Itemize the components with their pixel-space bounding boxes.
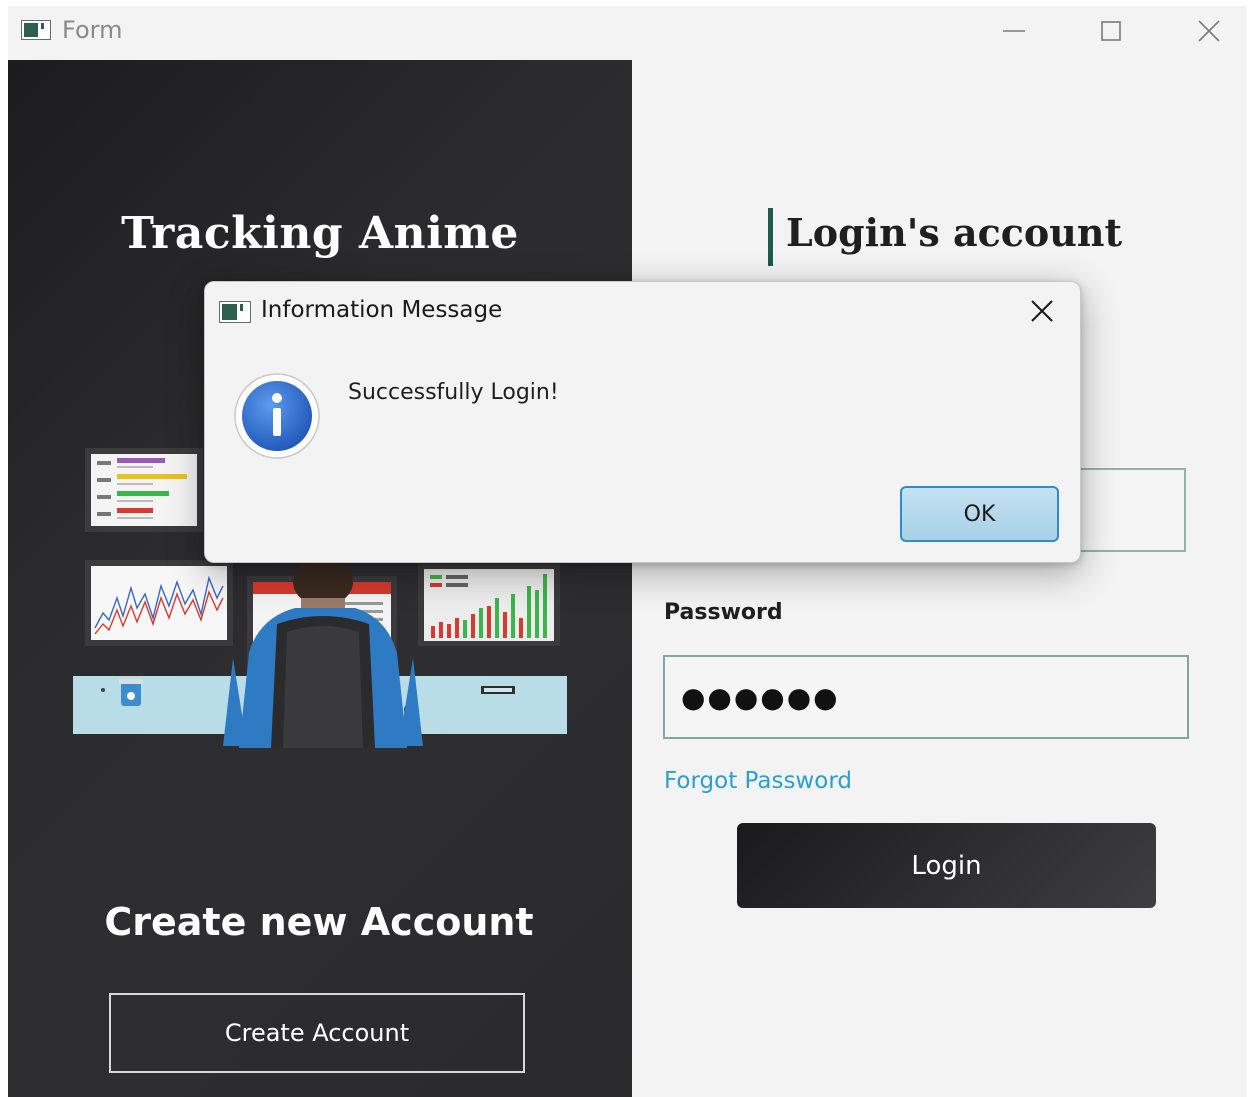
form-window: Form Tracking Anime Create new Account C… — [8, 6, 1246, 1097]
form-app-icon — [21, 20, 51, 40]
login-button[interactable]: Login — [737, 823, 1156, 908]
create-account-button[interactable]: Create Account — [109, 993, 525, 1073]
forgot-password-link[interactable]: Forgot Password — [664, 768, 852, 794]
ok-button[interactable]: OK — [900, 486, 1059, 542]
dialog-message: Successfully Login! — [348, 380, 559, 405]
dialog-close-button[interactable] — [1027, 296, 1057, 326]
close-button[interactable] — [1186, 11, 1232, 51]
information-icon — [234, 373, 320, 459]
login-panel: Login's account Password Forgot Password… — [632, 60, 1246, 1097]
maximize-button[interactable] — [1088, 11, 1134, 51]
login-heading: Login's account — [786, 210, 1123, 255]
brand-title: Tracking Anime — [121, 208, 519, 259]
minimize-icon — [1003, 30, 1025, 32]
password-label: Password — [664, 600, 783, 625]
dialog-app-icon — [219, 301, 251, 323]
close-icon — [1198, 20, 1220, 42]
signup-panel: Tracking Anime Create new Account Create… — [8, 60, 632, 1097]
dialog-title: Information Message — [261, 297, 503, 323]
maximize-icon — [1101, 21, 1121, 41]
create-account-heading: Create new Account — [104, 900, 534, 944]
window-title: Form — [62, 16, 123, 44]
title-bar[interactable]: Form — [8, 6, 1246, 60]
close-icon — [1031, 300, 1053, 322]
password-field[interactable] — [663, 655, 1189, 739]
heading-accent-bar — [768, 208, 773, 266]
minimize-button[interactable] — [991, 11, 1037, 51]
information-dialog: Information Message Successfully Login! … — [204, 281, 1081, 563]
